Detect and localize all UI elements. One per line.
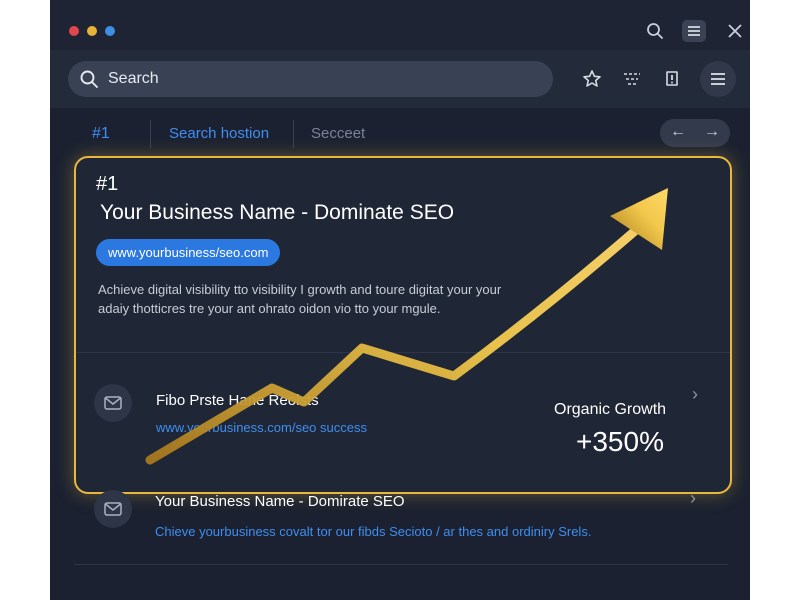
- metric-value: +350%: [576, 426, 664, 457]
- tab-search-position[interactable]: Search hostion: [169, 125, 269, 142]
- minimize-window-dot[interactable]: [87, 26, 97, 36]
- menu-icon[interactable]: [682, 20, 706, 42]
- row-divider: [74, 564, 728, 565]
- search-placeholder: Search: [108, 70, 159, 87]
- featured-result-card[interactable]: #1 Your Business Name - Dominate SEO www…: [74, 156, 732, 494]
- rank-badge: #1: [96, 173, 119, 195]
- mail-icon: [94, 490, 132, 528]
- tab-secret[interactable]: Secceet: [311, 125, 365, 142]
- title-bar: [50, 0, 750, 50]
- maximize-window-dot[interactable]: [105, 26, 115, 36]
- result-title[interactable]: Your Business Name - Domirate SEO: [155, 493, 405, 510]
- close-icon[interactable]: [722, 18, 748, 44]
- chevron-right-icon[interactable]: ›: [692, 384, 698, 405]
- sub-result-row[interactable]: Fibo Prste Hane Reolsts www.yourbusiness…: [76, 354, 730, 490]
- mail-icon: [94, 384, 132, 422]
- result-description: Achieve digital visibility tto visibilit…: [98, 282, 502, 316]
- sub-result-url[interactable]: www.yourbusiness.com/seo success: [156, 420, 367, 435]
- tab-rank[interactable]: #1: [92, 125, 110, 143]
- tab-nav-controls: ← →: [660, 119, 730, 147]
- tab-bar: #1 Search hostion Secceet ← →: [50, 108, 750, 156]
- search-icon: [79, 69, 99, 94]
- toolbar: Search: [50, 50, 750, 108]
- more-menu-icon[interactable]: [700, 61, 736, 97]
- sub-result-title[interactable]: Fibo Prste Hane Reolsts: [156, 392, 319, 409]
- star-icon[interactable]: [575, 62, 609, 96]
- search-icon[interactable]: [642, 18, 668, 44]
- alert-icon[interactable]: [655, 62, 689, 96]
- browser-window: Search #1 Search hostion Secceet ← → #1 …: [50, 0, 750, 600]
- search-input[interactable]: Search: [68, 61, 553, 97]
- arrow-right-icon[interactable]: →: [704, 123, 720, 141]
- tab-divider: [293, 120, 294, 148]
- tab-divider: [150, 120, 151, 148]
- result-title[interactable]: Your Business Name - Dominate SEO: [100, 201, 454, 225]
- close-window-dot[interactable]: [69, 26, 79, 36]
- metric-label: Organic Growth: [554, 401, 667, 418]
- card-divider: [76, 352, 730, 353]
- result-url[interactable]: www.yourbusiness/seo.com: [96, 239, 281, 266]
- arrow-left-icon[interactable]: ←: [670, 123, 686, 141]
- result-description: Chieve yourbusiness covalt tor our fibds…: [155, 524, 592, 539]
- chevron-right-icon[interactable]: ›: [690, 488, 696, 509]
- filter-icon[interactable]: [615, 62, 649, 96]
- result-row[interactable]: Your Business Name - Domirate SEO Chieve…: [74, 476, 728, 564]
